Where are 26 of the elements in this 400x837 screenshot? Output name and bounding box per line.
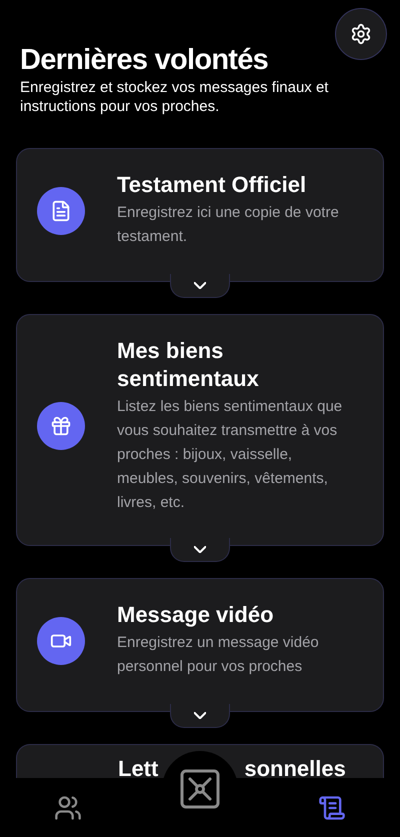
settings-button[interactable]	[335, 8, 387, 60]
card-description: Listez les biens sentimentaux que vous souhaitez transmettre à vos proches : bijoux, vaisselle, meubles, souvenirs, vêtements, livres, etc.	[117, 397, 344, 513]
card[interactable]: Message vidéo Enregistrez un message vidéo personnel pour vos proches	[16, 578, 384, 712]
chevron-icon	[194, 282, 206, 289]
safe-icon	[180, 768, 220, 808]
expand-tab[interactable]	[170, 538, 230, 562]
page-title: Dernières volontés	[19, 43, 270, 78]
document-icon	[50, 200, 72, 222]
card-title: Lett	[118, 757, 158, 781]
card-title: sonnelles	[244, 757, 346, 781]
card-description: Enregistrez ici une copie de votre testament.	[117, 203, 340, 247]
settings-icon	[350, 23, 372, 45]
card[interactable]: Testament Officiel Enregistrez ici une copie de votre testament.	[16, 148, 384, 282]
card-description: Enregistrez un message vidéo personnel pour vos proches	[117, 633, 320, 677]
expand-tab[interactable]	[170, 704, 230, 728]
card[interactable]: Mes biens sentimentaux Listez les biens sentimentaux que vous souhaitez transmettre à vos proches : bijoux, vaisselle, meubles, souvenirs, vêtements, livres, etc.	[16, 314, 384, 546]
chevron-icon	[194, 546, 206, 553]
scroll-icon	[318, 794, 346, 822]
people-icon	[54, 794, 82, 822]
chevron-icon	[194, 712, 206, 719]
card-title: Message vidéo	[117, 601, 275, 629]
gift-icon	[50, 415, 72, 437]
expand-tab[interactable]	[170, 274, 230, 298]
card-title: Testament Officiel	[117, 171, 308, 199]
page-subtitle: Enregistrez et stockez vos messages finaux et instructions pour vos proches.	[19, 78, 330, 116]
card-title: Mes biens sentimentaux	[117, 337, 260, 393]
